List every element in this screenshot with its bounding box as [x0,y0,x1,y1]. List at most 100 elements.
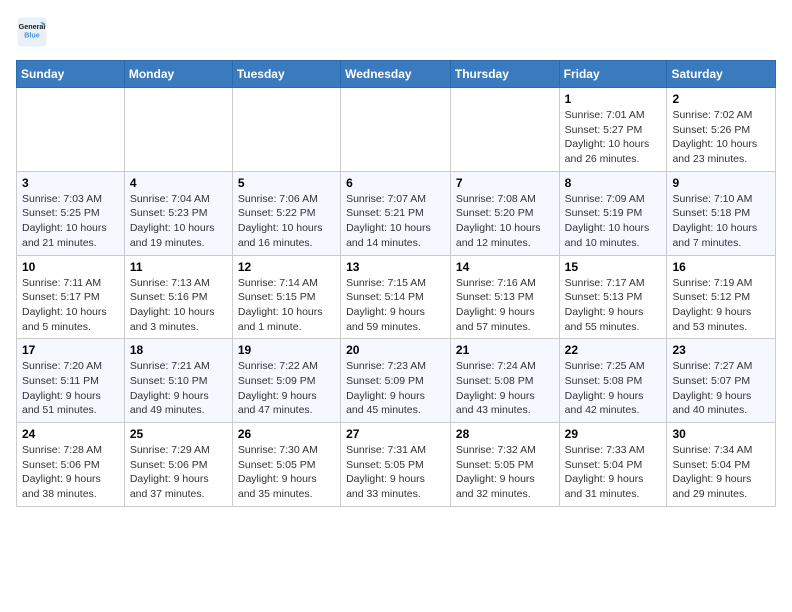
day-number: 24 [22,427,119,441]
calendar-cell: 10Sunrise: 7:11 AM Sunset: 5:17 PM Dayli… [17,255,125,339]
day-number: 15 [565,260,662,274]
calendar-cell: 8Sunrise: 7:09 AM Sunset: 5:19 PM Daylig… [559,171,667,255]
weekday-header: Monday [124,61,232,88]
calendar-cell: 27 Sunrise: 7:31 AM Sunset: 5:05 PM Dayli… [341,423,451,507]
day-number: 17 [22,343,119,357]
calendar-header: SundayMondayTuesdayWednesdayThursdayFrid… [17,61,776,88]
day-number: 6 [346,176,445,190]
calendar-cell: 17 Sunrise: 7:20 AM Sunset: 5:11 PM Dayli… [17,339,125,423]
day-number: 30 [672,427,770,441]
calendar-week-row: 3 Sunrise: 7:03 AM Sunset: 5:25 PM Daylig… [17,171,776,255]
day-info: Sunrise: 7:22 AM Sunset: 5:09 PM Dayligh… [238,359,335,418]
calendar-cell: 1Sunrise: 7:01 AM Sunset: 5:27 PM Daylig… [559,88,667,172]
calendar-cell: 6 Sunrise: 7:07 AM Sunset: 5:21 PM Daylig… [341,171,451,255]
day-info: Sunrise: 7:27 AM Sunset: 5:07 PM Dayligh… [672,359,770,418]
logo-icon: General Blue [16,16,48,48]
day-number: 5 [238,176,335,190]
day-number: 20 [346,343,445,357]
calendar-cell: 20 Sunrise: 7:23 AM Sunset: 5:09 PM Dayli… [341,339,451,423]
calendar-cell: 30 Sunrise: 7:34 AM Sunset: 5:04 PM Dayli… [667,423,776,507]
calendar-cell: 3 Sunrise: 7:03 AM Sunset: 5:25 PM Daylig… [17,171,125,255]
weekday-header: Tuesday [232,61,340,88]
day-info: Sunrise: 7:31 AM Sunset: 5:05 PM Dayligh… [346,443,445,502]
calendar-week-row: 24 Sunrise: 7:28 AM Sunset: 5:06 PM Dayli… [17,423,776,507]
calendar-cell [341,88,451,172]
day-number: 9 [672,176,770,190]
day-number: 21 [456,343,554,357]
calendar-cell: 26 Sunrise: 7:30 AM Sunset: 5:05 PM Dayli… [232,423,340,507]
day-number: 3 [22,176,119,190]
weekday-header: Wednesday [341,61,451,88]
day-info: Sunrise: 7:11 AM Sunset: 5:17 PM Dayligh… [22,276,119,335]
calendar-body: 1Sunrise: 7:01 AM Sunset: 5:27 PM Daylig… [17,88,776,507]
weekday-row: SundayMondayTuesdayWednesdayThursdayFrid… [17,61,776,88]
day-number: 2 [672,92,770,106]
calendar-cell: 2 Sunrise: 7:02 AM Sunset: 5:26 PM Daylig… [667,88,776,172]
day-info: Sunrise: 7:19 AM Sunset: 5:12 PM Dayligh… [672,276,770,335]
day-info: Sunrise: 7:15 AM Sunset: 5:14 PM Dayligh… [346,276,445,335]
day-info: Sunrise: 7:06 AM Sunset: 5:22 PM Dayligh… [238,192,335,251]
weekday-header: Saturday [667,61,776,88]
day-number: 14 [456,260,554,274]
calendar-cell: 21 Sunrise: 7:24 AM Sunset: 5:08 PM Dayli… [450,339,559,423]
day-number: 8 [565,176,662,190]
day-info: Sunrise: 7:24 AM Sunset: 5:08 PM Dayligh… [456,359,554,418]
day-number: 4 [130,176,227,190]
calendar-week-row: 1Sunrise: 7:01 AM Sunset: 5:27 PM Daylig… [17,88,776,172]
calendar-cell: 22Sunrise: 7:25 AM Sunset: 5:08 PM Dayli… [559,339,667,423]
calendar-cell [17,88,125,172]
day-info: Sunrise: 7:08 AM Sunset: 5:20 PM Dayligh… [456,192,554,251]
day-info: Sunrise: 7:02 AM Sunset: 5:26 PM Dayligh… [672,108,770,167]
day-info: Sunrise: 7:14 AM Sunset: 5:15 PM Dayligh… [238,276,335,335]
day-info: Sunrise: 7:28 AM Sunset: 5:06 PM Dayligh… [22,443,119,502]
day-info: Sunrise: 7:04 AM Sunset: 5:23 PM Dayligh… [130,192,227,251]
day-info: Sunrise: 7:16 AM Sunset: 5:13 PM Dayligh… [456,276,554,335]
calendar-cell: 19Sunrise: 7:22 AM Sunset: 5:09 PM Dayli… [232,339,340,423]
weekday-header: Thursday [450,61,559,88]
day-number: 29 [565,427,662,441]
calendar-cell: 4 Sunrise: 7:04 AM Sunset: 5:23 PM Daylig… [124,171,232,255]
calendar-cell: 16 Sunrise: 7:19 AM Sunset: 5:12 PM Dayli… [667,255,776,339]
day-number: 12 [238,260,335,274]
day-info: Sunrise: 7:23 AM Sunset: 5:09 PM Dayligh… [346,359,445,418]
calendar-cell: 12 Sunrise: 7:14 AM Sunset: 5:15 PM Dayli… [232,255,340,339]
day-number: 13 [346,260,445,274]
calendar-cell: 18Sunrise: 7:21 AM Sunset: 5:10 PM Dayli… [124,339,232,423]
day-number: 1 [565,92,662,106]
day-info: Sunrise: 7:03 AM Sunset: 5:25 PM Dayligh… [22,192,119,251]
day-info: Sunrise: 7:33 AM Sunset: 5:04 PM Dayligh… [565,443,662,502]
calendar-cell [124,88,232,172]
calendar-table: SundayMondayTuesdayWednesdayThursdayFrid… [16,60,776,507]
day-number: 16 [672,260,770,274]
day-info: Sunrise: 7:30 AM Sunset: 5:05 PM Dayligh… [238,443,335,502]
calendar-cell: 25 Sunrise: 7:29 AM Sunset: 5:06 PM Dayli… [124,423,232,507]
day-info: Sunrise: 7:25 AM Sunset: 5:08 PM Dayligh… [565,359,662,418]
svg-text:Blue: Blue [24,31,40,40]
day-info: Sunrise: 7:21 AM Sunset: 5:10 PM Dayligh… [130,359,227,418]
day-number: 27 [346,427,445,441]
calendar-cell: 28 Sunrise: 7:32 AM Sunset: 5:05 PM Dayli… [450,423,559,507]
day-number: 25 [130,427,227,441]
weekday-header: Sunday [17,61,125,88]
calendar-cell [232,88,340,172]
calendar-cell: 13 Sunrise: 7:15 AM Sunset: 5:14 PM Dayli… [341,255,451,339]
calendar-cell: 7Sunrise: 7:08 AM Sunset: 5:20 PM Daylig… [450,171,559,255]
day-info: Sunrise: 7:20 AM Sunset: 5:11 PM Dayligh… [22,359,119,418]
logo: General Blue [16,16,48,48]
calendar-cell: 23Sunrise: 7:27 AM Sunset: 5:07 PM Dayli… [667,339,776,423]
calendar-cell: 11Sunrise: 7:13 AM Sunset: 5:16 PM Dayli… [124,255,232,339]
day-info: Sunrise: 7:32 AM Sunset: 5:05 PM Dayligh… [456,443,554,502]
calendar-week-row: 10Sunrise: 7:11 AM Sunset: 5:17 PM Dayli… [17,255,776,339]
day-number: 28 [456,427,554,441]
calendar-cell: 15Sunrise: 7:17 AM Sunset: 5:13 PM Dayli… [559,255,667,339]
calendar-cell [450,88,559,172]
day-info: Sunrise: 7:34 AM Sunset: 5:04 PM Dayligh… [672,443,770,502]
day-number: 11 [130,260,227,274]
day-info: Sunrise: 7:07 AM Sunset: 5:21 PM Dayligh… [346,192,445,251]
day-info: Sunrise: 7:29 AM Sunset: 5:06 PM Dayligh… [130,443,227,502]
weekday-header: Friday [559,61,667,88]
day-number: 26 [238,427,335,441]
page-header: General Blue [16,16,776,48]
day-info: Sunrise: 7:10 AM Sunset: 5:18 PM Dayligh… [672,192,770,251]
calendar-cell: 5 Sunrise: 7:06 AM Sunset: 5:22 PM Daylig… [232,171,340,255]
